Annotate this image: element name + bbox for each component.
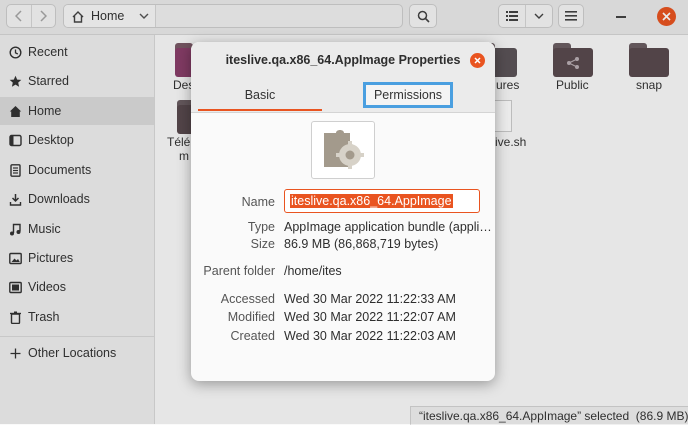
dialog-tabs: Basic Permissions [191, 78, 495, 113]
properties-dialog: iteslive.qa.x86_64.AppImage Properties B… [191, 42, 495, 381]
name-input[interactable]: iteslive.qa.x86_64.AppImage [284, 189, 480, 213]
tab-basic-label: Basic [244, 87, 276, 102]
size-value: 86.9 MB (86,868,719 bytes) [284, 237, 439, 251]
type-label: Type [247, 220, 275, 234]
dialog-titlebar: iteslive.qa.x86_64.AppImage Properties [191, 42, 495, 78]
close-icon [474, 57, 481, 64]
puzzle-gear-icon [324, 130, 364, 169]
size-label: Size [250, 237, 275, 251]
accessed-value: Wed 30 Mar 2022 11:22:33 AM [284, 292, 456, 306]
tab-basic[interactable]: Basic [198, 78, 322, 111]
active-tab-indicator [198, 109, 322, 111]
created-label: Created [230, 329, 275, 343]
name-label: Name [241, 195, 275, 209]
parent-folder-value[interactable]: /home/ites [284, 264, 342, 278]
dialog-title: iteslive.qa.x86_64.AppImage Properties [225, 53, 461, 67]
parent-folder-label: Parent folder [203, 264, 275, 278]
dialog-close-button[interactable] [470, 53, 485, 68]
accessed-label: Accessed [220, 292, 275, 306]
app-icon[interactable] [311, 121, 375, 179]
modified-label: Modified [227, 310, 275, 324]
tab-permissions-label: Permissions [373, 88, 443, 102]
type-value: AppImage application bundle (appli… [284, 220, 492, 234]
created-value: Wed 30 Mar 2022 11:22:03 AM [284, 329, 456, 343]
tab-permissions[interactable]: Permissions [363, 82, 453, 108]
modified-value: Wed 30 Mar 2022 11:22:07 AM [284, 310, 456, 324]
name-input-value: iteslive.qa.x86_64.AppImage [290, 194, 453, 208]
